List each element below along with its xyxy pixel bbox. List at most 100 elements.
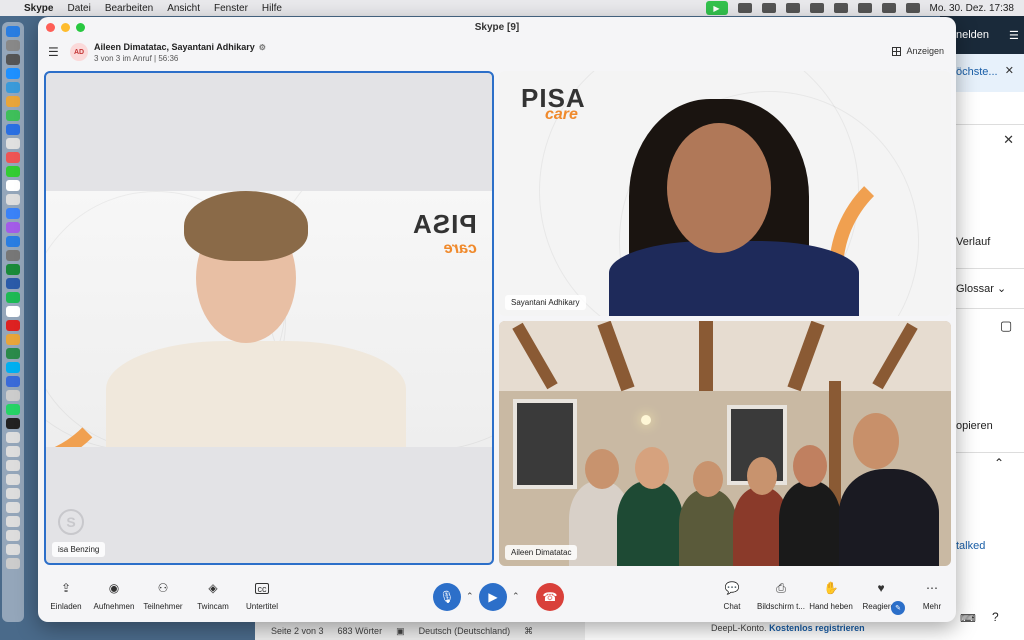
gear-icon[interactable]: ⚙ [259,43,266,52]
mail-icon[interactable] [6,124,20,135]
video-tile-aileen[interactable]: Aileen Dimatatac [499,321,951,566]
more-button[interactable]: ⋯ Mehr [904,580,956,611]
whatsapp-icon[interactable] [6,404,20,415]
close-icon[interactable]: ✕ [1005,64,1014,77]
trash-icon[interactable] [6,558,20,569]
acrobat-icon[interactable] [6,320,20,331]
chevron-up-icon[interactable]: ⌃ [994,456,1004,470]
menu-item-fenster[interactable]: Fenster [214,3,248,14]
facetime-status-icon[interactable]: ▶ [705,1,728,15]
check-icon[interactable] [785,3,800,13]
document-icon[interactable] [6,432,20,443]
bookmark-icon[interactable]: ▢ [1000,318,1012,334]
app-icon[interactable] [6,390,20,401]
register-link[interactable]: Kostenlos registrieren [769,623,865,633]
menu-item-ansicht[interactable]: Ansicht [167,3,200,14]
app-icon[interactable] [6,152,20,163]
chrome-icon[interactable] [6,334,20,345]
notes-icon[interactable] [6,194,20,205]
camera-button[interactable]: ▶ [479,583,507,611]
subtitles-button[interactable]: cc Untertitel [234,580,290,611]
language-indicator[interactable]: Deutsch (Deutschland) [419,626,511,636]
app-icon[interactable] [6,96,20,107]
close-window-button[interactable] [46,23,55,32]
search-icon[interactable] [881,3,896,13]
document-icon[interactable] [6,502,20,513]
app-icon[interactable] [6,306,20,317]
minimize-window-button[interactable] [61,23,70,32]
document-icon[interactable] [6,474,20,485]
document-icon[interactable] [6,516,20,527]
avatar[interactable]: AD [70,43,88,61]
photos-icon[interactable] [6,138,20,149]
app-icon[interactable] [6,54,20,65]
keyboard-icon[interactable]: ⌨ [960,612,976,625]
skype-icon[interactable] [6,362,20,373]
appstore-icon[interactable] [6,68,20,79]
edit-icon[interactable]: ✎ [891,601,905,615]
app-icon[interactable] [6,250,20,261]
app-icon[interactable] [6,264,20,275]
status-icon[interactable] [737,3,752,13]
word-count[interactable]: 683 Wörter [338,626,383,636]
calendar-icon[interactable] [6,180,20,191]
view-button[interactable]: Anzeigen [892,46,944,56]
launchpad-icon[interactable] [6,40,20,51]
menu-item-bearbeiten[interactable]: Bearbeiten [105,3,153,14]
video-tile-main[interactable]: PISA care S isa Benzing [44,71,494,565]
kopieren-label[interactable]: opieren [956,420,993,432]
finder-icon[interactable] [6,26,20,37]
hangup-button[interactable]: ☎ [536,583,564,611]
document-icon[interactable] [6,488,20,499]
app-icon[interactable] [6,376,20,387]
screenshare-button[interactable]: ⎙ Bildschirm t... [753,580,809,612]
record-button[interactable]: ◉ Aufnehmen [86,580,142,611]
talked-link[interactable]: talked [956,540,985,552]
proofing-icon[interactable]: ▣ [396,626,405,637]
microphone-options-chevron-icon[interactable]: ⌃ [466,591,474,602]
close-icon[interactable]: ✕ [1003,132,1014,148]
hamburger-icon[interactable]: ☰ [48,45,66,59]
accessibility-icon[interactable]: ⌘ [524,626,533,637]
bluetooth-icon[interactable] [809,3,824,13]
document-icon[interactable] [6,460,20,471]
chat-button[interactable]: 💬 Chat [704,580,760,611]
verlauf-label[interactable]: Verlauf [956,236,990,248]
app-icon[interactable] [6,236,20,247]
battery-icon[interactable] [833,3,848,13]
app-icon[interactable] [6,208,20,219]
safari-icon[interactable] [6,82,20,93]
twincam-button[interactable]: ◈ Twincam [185,580,241,611]
video-tile-sayantani[interactable]: PISA care Sayantani Adhikary [499,71,951,316]
hamburger-icon[interactable]: ☰ [1009,29,1019,42]
document-icon[interactable] [6,544,20,555]
microphone-button[interactable]: 🎙 [433,583,461,611]
podcasts-icon[interactable] [6,222,20,233]
spotify-icon[interactable] [6,292,20,303]
glossar-label[interactable]: Glossar ⌄ [956,282,1006,295]
signin-link[interactable]: nelden [956,29,989,41]
help-icon[interactable]: ? [992,610,999,624]
app-icon[interactable] [6,418,20,429]
menu-item-datei[interactable]: Datei [67,3,90,14]
menu-app-name[interactable]: Skype [24,3,53,14]
messages-icon[interactable] [6,110,20,121]
menu-item-hilfe[interactable]: Hilfe [262,3,282,14]
page-count[interactable]: Seite 2 von 3 [271,626,324,636]
call-participants[interactable]: Aileen Dimatatac, Sayantani Adhikary ⚙ [94,42,266,52]
control-center-icon[interactable] [905,3,920,13]
camera-options-chevron-icon[interactable]: ⌃ [512,591,520,602]
facetime-icon[interactable] [6,166,20,177]
raise-hand-button[interactable]: ✋ Hand heben [803,580,859,611]
excel-icon[interactable] [6,348,20,359]
document-icon[interactable] [6,446,20,457]
twincam-icon: ◈ [208,581,218,595]
participants-button[interactable]: ⚇ Teilnehmer [135,580,191,611]
clock[interactable]: Mo. 30. Dez. 17:38 [930,3,1015,14]
cloud-icon[interactable] [761,3,776,13]
zoom-window-button[interactable] [76,23,85,32]
document-icon[interactable] [6,530,20,541]
participants-label: Teilnehmer [143,602,183,611]
wifi-icon[interactable] [857,3,872,13]
word-icon[interactable] [6,278,20,289]
